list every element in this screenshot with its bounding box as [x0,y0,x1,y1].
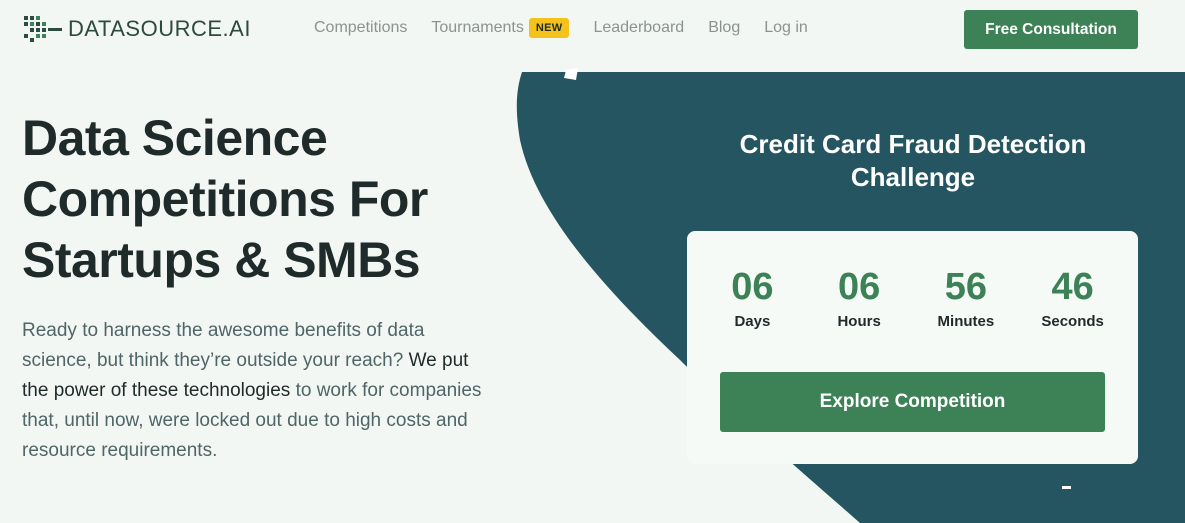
hero-title: Data Science Competitions For Startups &… [22,110,428,288]
nav-label: Blog [708,19,741,36]
nav-login[interactable]: Log in [764,19,808,37]
countdown-value: 46 [1051,266,1094,308]
countdown-label: Seconds [1041,313,1104,330]
countdown-timer: 06 Days 06 Hours 56 Minutes 46 Seconds [687,265,1138,330]
countdown-minutes: 56 Minutes [916,265,1016,330]
logo-text: DATASOURCE.AI [68,16,251,41]
new-badge: NEW [528,18,570,38]
countdown-value: 06 [731,266,774,308]
nav-leaderboard[interactable]: Leaderboard [593,19,684,37]
hero-text-part: Ready to harness the awesome benefits of… [22,320,425,371]
nav-label: Log in [764,19,808,36]
countdown-label: Minutes [937,313,995,330]
challenge-title: Credit Card Fraud Detection Challenge [739,129,1087,192]
hero-description: Ready to harness the awesome benefits of… [22,316,482,466]
countdown-seconds: 46 Seconds [1023,265,1123,330]
countdown-value: 06 [837,266,881,308]
countdown-value: 56 [944,266,988,308]
nav-tournaments[interactable]: Tournaments NEW [431,18,570,38]
countdown-label: Days [734,313,771,330]
countdown-card: 06 Days 06 Hours 56 Minutes 46 Seconds E… [687,231,1138,464]
logo[interactable]: DATASOURCE.AI [24,14,251,44]
main-nav: Competitions Tournaments NEW Leaderboard … [314,18,832,38]
nav-blog[interactable]: Blog [708,19,740,37]
countdown-label: Hours [837,313,881,330]
nav-label: Tournaments [431,19,524,36]
nav-label: Leaderboard [593,19,685,36]
countdown-hours: 06 Hours [809,265,909,330]
free-consultation-button[interactable]: Free Consultation [964,10,1138,49]
nav-competitions[interactable]: Competitions [314,19,407,37]
nav-label: Competitions [314,19,408,36]
explore-competition-button[interactable]: Explore Competition [720,372,1105,432]
countdown-days: 06 Days [702,265,802,330]
logo-icon [24,16,62,42]
